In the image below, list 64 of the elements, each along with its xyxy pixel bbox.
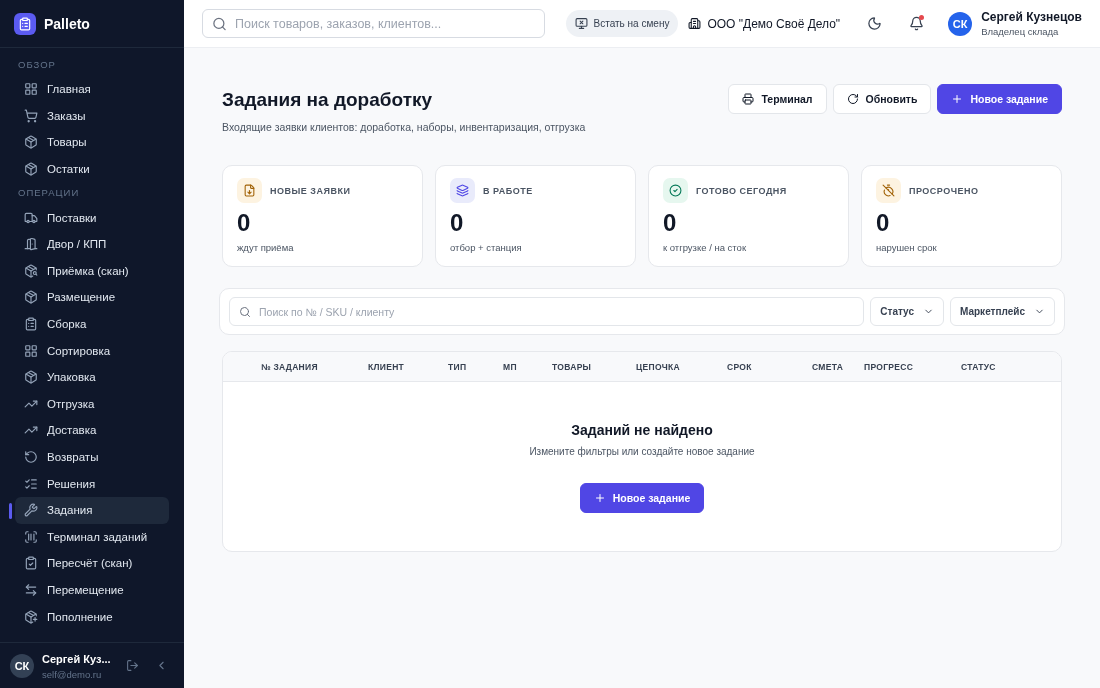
sidebar-item[interactable]: Сортировка <box>15 337 169 364</box>
user-avatar: СК <box>948 11 973 36</box>
sidebar-item[interactable]: Двор / КПП <box>15 230 169 258</box>
stat-title: НОВЫЕ ЗАЯВКИ <box>270 185 351 196</box>
sidebar-item[interactable]: Перемещение <box>15 576 169 604</box>
stat-caption: к отгрузке / на сток <box>663 242 748 253</box>
column-header: СМЕТА <box>812 361 845 372</box>
stat-value: 0 <box>237 209 252 237</box>
sidebar-item[interactable]: Размещение <box>15 284 169 311</box>
column-header: ТОВАРЫ <box>552 361 593 372</box>
column-header: СТАТУС <box>961 361 997 372</box>
user-name: Сергей Кузнецов <box>981 10 1082 24</box>
column-header: КЛИЕНТ <box>368 361 406 372</box>
section-title: ОПЕРАЦИИ <box>17 186 81 201</box>
sidebar-item[interactable]: Терминал заданий <box>15 523 169 551</box>
column-header: МП <box>503 361 518 372</box>
sidebar-item[interactable]: Отгрузка <box>15 390 169 418</box>
column-header: ПРОГРЕСС <box>864 361 915 372</box>
sidebar-item[interactable]: Товары <box>15 129 169 156</box>
stat-value: 0 <box>663 209 678 237</box>
stat-title: В РАБОТЕ <box>483 185 533 196</box>
column-header: ТИП <box>448 361 468 372</box>
sidebar-item[interactable]: Возвраты <box>15 443 169 471</box>
sidebar-item[interactable]: Приёмка (скан) <box>15 257 169 285</box>
empty-title: Заданий не найдено <box>571 422 713 438</box>
search-field[interactable]: Поиск по № / SKU / клиенту <box>229 297 865 326</box>
company-selector[interactable]: ООО "Демо Своё Дело" <box>688 16 849 31</box>
sidebar-item[interactable]: Сборка <box>15 310 169 338</box>
sidebar-item[interactable]: Заказы <box>15 102 169 130</box>
page-subtitle: Входящие заявки клиентов: доработка, наборы, инвентаризация, отгрузка <box>222 121 586 133</box>
search-field[interactable]: Поиск товаров, заказов, клиентов... <box>202 9 545 38</box>
column-header: № ЗАДАНИЯ <box>261 361 319 372</box>
sidebar-item[interactable]: Упаковка <box>15 363 169 391</box>
stat-caption: ждут приёма <box>237 242 295 253</box>
sidebar-item[interactable]: Решения <box>15 470 169 497</box>
user-email: self@demo.ru <box>42 668 103 680</box>
sidebar-item[interactable]: Остатки <box>15 155 169 183</box>
brand-name: Palleto <box>44 15 90 32</box>
refresh-button[interactable]: Обновить <box>832 84 932 114</box>
stat-title: ГОТОВО СЕГОДНЯ <box>696 185 787 196</box>
page-title: Задания на доработку <box>222 89 434 111</box>
stat-value: 0 <box>450 209 465 237</box>
sidebar-item[interactable]: Пересчёт (скан) <box>15 550 169 577</box>
column-header: СРОК <box>727 361 753 372</box>
section-title: ОБЗОР <box>17 58 57 72</box>
user-avatar: СК <box>10 653 34 678</box>
stat-caption: отбор + станция <box>450 242 523 253</box>
stat-caption: нарушен срок <box>876 242 938 253</box>
sidebar-item[interactable]: Доставка <box>15 417 169 444</box>
sidebar-item[interactable]: Пополнение <box>15 603 169 630</box>
new-task-button[interactable]: Новое задание <box>579 483 705 513</box>
new-task-button[interactable]: Новое задание <box>937 84 1062 114</box>
filter-dropdown[interactable]: Маркетплейс <box>950 297 1055 326</box>
stat-title: ПРОСРОЧЕНО <box>909 185 979 196</box>
sidebar-item[interactable]: Главная <box>15 76 169 103</box>
shift-button[interactable]: Встать на смену <box>565 10 679 37</box>
stat-value: 0 <box>876 209 891 237</box>
filter-dropdown[interactable]: Статус <box>870 297 944 326</box>
empty-text: Измените фильтры или создайте новое задание <box>529 446 755 457</box>
column-header: ЦЕПОЧКА <box>636 361 681 372</box>
sidebar-item[interactable]: Поставки <box>15 204 169 231</box>
user-role: Владелец склада <box>981 26 1060 37</box>
user-name: Сергей Куз... <box>42 651 111 666</box>
terminal-button[interactable]: Терминал <box>728 84 827 114</box>
